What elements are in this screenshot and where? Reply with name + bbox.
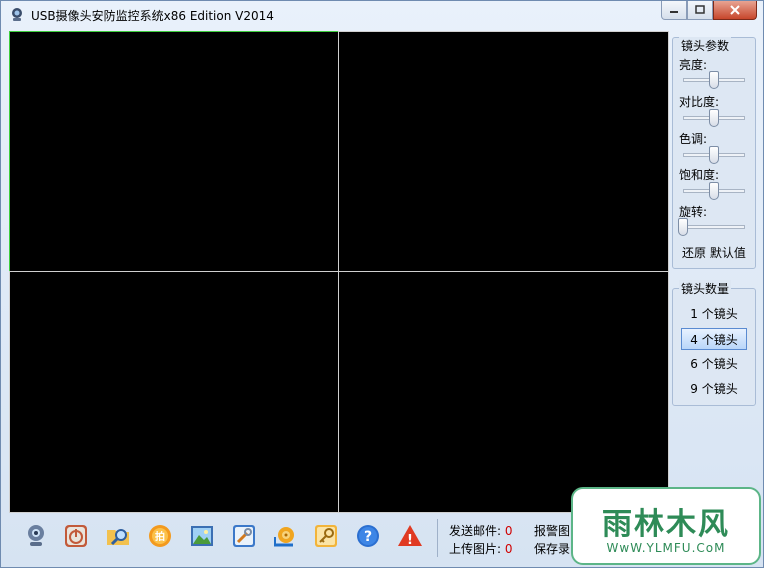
minimize-icon bbox=[670, 11, 678, 13]
brightness-label: 亮度: bbox=[679, 58, 708, 72]
alarm-stat: 报警图 bbox=[534, 522, 570, 539]
picture-icon[interactable] bbox=[189, 523, 215, 549]
close-button[interactable] bbox=[713, 1, 757, 20]
contrast-label: 对比度: bbox=[679, 95, 720, 109]
saturation-slider-thumb[interactable] bbox=[709, 182, 719, 200]
video-cell-4[interactable] bbox=[338, 271, 669, 513]
minimize-button[interactable] bbox=[661, 1, 687, 20]
upload-count: 0 bbox=[504, 542, 513, 556]
save-label: 保存录 bbox=[534, 542, 571, 556]
snail-icon[interactable] bbox=[271, 523, 297, 549]
lens-params-panel: 镜头参数 亮度: 对比度: 色调: 饱和度: 旋转: 还原 默认值 bbox=[672, 37, 756, 269]
help-icon[interactable]: ? bbox=[355, 523, 381, 549]
maximize-button[interactable] bbox=[687, 1, 713, 20]
toolbar-separator bbox=[437, 519, 438, 557]
video-cell-3[interactable] bbox=[9, 271, 339, 513]
watermark-logo: 雨林木风 bbox=[602, 507, 730, 542]
lens-count-4-button[interactable]: 4 个镜头 bbox=[681, 328, 747, 350]
svg-text:!: ! bbox=[407, 533, 413, 548]
warning-icon[interactable]: ! bbox=[397, 523, 423, 549]
svg-text:?: ? bbox=[364, 529, 372, 545]
title-bar[interactable]: USB摄像头安防监控系统x86 Edition V2014 bbox=[1, 1, 763, 29]
rotation-track[interactable] bbox=[683, 225, 745, 229]
lens-count-1-button[interactable]: 1 个镜头 bbox=[681, 303, 747, 325]
key-icon[interactable] bbox=[313, 523, 339, 549]
rotation-slider-thumb[interactable] bbox=[678, 218, 688, 236]
video-cell-2[interactable] bbox=[338, 31, 669, 272]
close-icon bbox=[730, 5, 740, 15]
contrast-slider-thumb[interactable] bbox=[709, 109, 719, 127]
lens-params-title: 镜头参数 bbox=[679, 37, 732, 54]
folder-search-icon[interactable] bbox=[105, 523, 131, 549]
photo-badge-icon[interactable]: 拍 bbox=[147, 523, 173, 549]
video-grid bbox=[9, 31, 669, 513]
upload-label: 上传图片: bbox=[449, 542, 502, 556]
reset-defaults-button[interactable]: 还原 默认值 bbox=[682, 244, 746, 261]
hue-slider-thumb[interactable] bbox=[709, 146, 719, 164]
window-controls bbox=[661, 1, 757, 20]
save-stat: 保存录 bbox=[534, 540, 570, 557]
upload-stat: 上传图片: 0 bbox=[449, 540, 513, 557]
window-title: USB摄像头安防监控系统x86 Edition V2014 bbox=[31, 9, 274, 23]
webcam-icon[interactable] bbox=[23, 523, 49, 549]
app-window: USB摄像头安防监控系统x86 Edition V2014 镜头参数 亮度: 对… bbox=[0, 0, 764, 568]
watermark: 雨林木风 WwW.YLMFU.CoM bbox=[571, 487, 761, 565]
email-count: 0 bbox=[504, 524, 513, 538]
hue-label: 色调: bbox=[679, 132, 708, 146]
lens-count-6-button[interactable]: 6 个镜头 bbox=[681, 353, 747, 375]
email-stat: 发送邮件: 0 bbox=[449, 522, 513, 539]
webcam-app-icon bbox=[12, 8, 22, 21]
maximize-icon bbox=[695, 5, 705, 14]
lens-count-title: 镜头数量 bbox=[679, 280, 732, 297]
alarm-label: 报警图 bbox=[534, 524, 571, 538]
svg-text:拍: 拍 bbox=[155, 530, 165, 543]
saturation-label: 饱和度: bbox=[679, 168, 720, 182]
power-icon[interactable] bbox=[63, 523, 89, 549]
email-label: 发送邮件: bbox=[449, 524, 502, 538]
lens-count-9-button[interactable]: 9 个镜头 bbox=[681, 378, 747, 400]
brightness-slider-thumb[interactable] bbox=[709, 71, 719, 89]
lens-count-panel: 镜头数量 1 个镜头 4 个镜头 6 个镜头 9 个镜头 bbox=[672, 280, 756, 406]
settings-wrench-icon[interactable] bbox=[231, 523, 257, 549]
video-cell-1[interactable] bbox=[9, 31, 339, 272]
watermark-url: WwW.YLMFU.CoM bbox=[606, 541, 726, 555]
